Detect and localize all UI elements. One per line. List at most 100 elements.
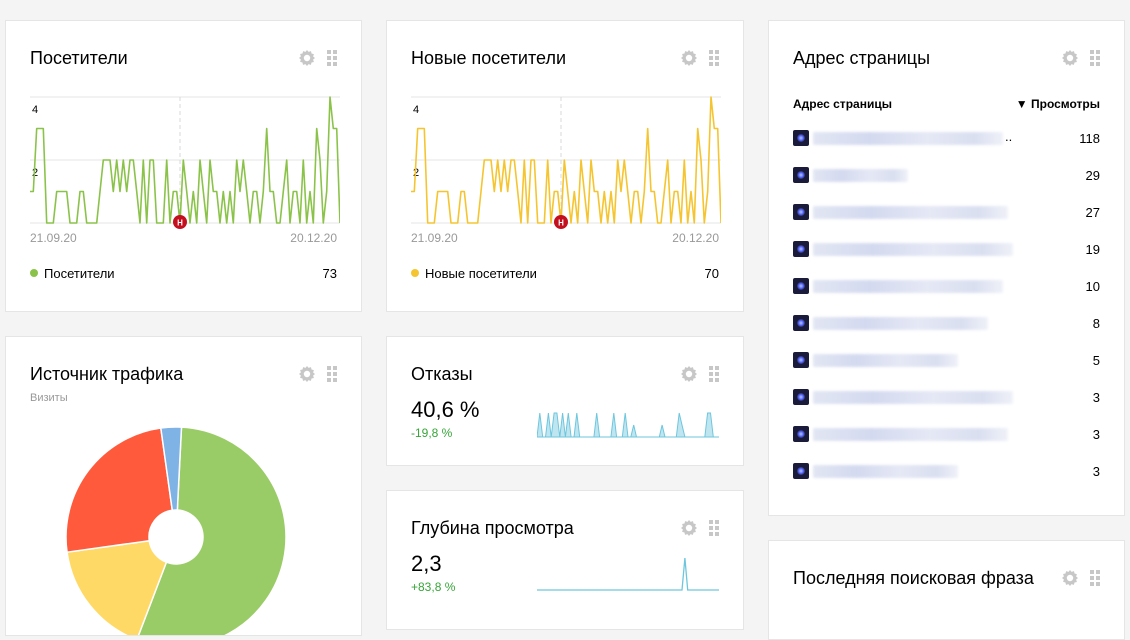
gear-icon[interactable] [679, 518, 699, 538]
drag-handle-icon[interactable] [709, 366, 719, 382]
page-url-redacted[interactable] [813, 391, 1013, 404]
page-url-redacted[interactable] [813, 428, 1008, 441]
table-row[interactable]: 3 [793, 387, 1100, 407]
drag-handle-icon[interactable] [1090, 570, 1100, 586]
column-header-page[interactable]: Адрес страницы [793, 97, 892, 111]
table-row[interactable]: 3 [793, 461, 1100, 481]
row-views: 19 [1085, 242, 1100, 257]
widget-title: Отказы [411, 364, 473, 384]
sparkline-line [537, 557, 719, 591]
favicon-icon [793, 278, 809, 294]
row-views: 3 [1092, 464, 1100, 479]
x-axis-start: 21.09.20 [411, 231, 458, 245]
legend-dot [411, 269, 419, 277]
widget-tools [679, 48, 719, 68]
gear-icon[interactable] [1060, 568, 1080, 588]
widget-title: Источник трафика [30, 364, 184, 384]
widget-tools [297, 364, 337, 384]
pie-slice-2[interactable] [66, 427, 174, 554]
page-url-redacted[interactable] [813, 243, 1013, 256]
widget-tools [679, 364, 719, 384]
widget-tools [1060, 48, 1100, 68]
drag-handle-icon[interactable] [709, 520, 719, 536]
drag-handle-icon[interactable] [327, 366, 337, 382]
legend-label: Новые посетители [425, 266, 537, 281]
table-row[interactable]: 8 [793, 313, 1100, 333]
widget-title: Адрес страницы [793, 48, 931, 68]
y-tick-label: 4 [413, 104, 419, 116]
gear-icon[interactable] [679, 48, 699, 68]
x-axis-end: 20.12.20 [290, 231, 337, 245]
table-row[interactable]: 118.. [793, 128, 1100, 148]
gear-icon[interactable] [1060, 48, 1080, 68]
traffic-pie-chart[interactable] [66, 427, 306, 636]
favicon-icon [793, 130, 809, 146]
pages-widget: Адрес страницы Адрес страницы ▼ Просмотр… [768, 20, 1125, 516]
metric-value: 2,3 [411, 551, 442, 576]
favicon-icon [793, 352, 809, 368]
page-url-redacted[interactable] [813, 169, 908, 182]
page-url-redacted[interactable] [813, 280, 1003, 293]
x-axis-end: 20.12.20 [672, 231, 719, 245]
favicon-icon [793, 389, 809, 405]
metric-delta: -19,8 % [411, 426, 453, 440]
row-views: 5 [1092, 353, 1100, 368]
table-row[interactable]: 27 [793, 202, 1100, 222]
table-row[interactable]: 29 [793, 165, 1100, 185]
favicon-icon [793, 463, 809, 479]
row-views: 8 [1092, 316, 1100, 331]
table-row[interactable]: 19 [793, 239, 1100, 259]
favicon-icon [793, 167, 809, 183]
widget-title: Глубина просмотра [411, 518, 574, 538]
page-url-redacted[interactable] [813, 465, 958, 478]
widget-tools [1060, 568, 1100, 588]
favicon-icon [793, 426, 809, 442]
new-visitors-line-chart: 42Н [411, 96, 721, 229]
legend-dot [30, 269, 38, 277]
gear-icon[interactable] [679, 364, 699, 384]
widget-tools [297, 48, 337, 68]
favicon-icon [793, 241, 809, 257]
marker-label: Н [558, 219, 564, 228]
favicon-icon [793, 315, 809, 331]
row-views: 27 [1085, 205, 1100, 220]
annotation-marker[interactable]: Н [554, 215, 568, 229]
url-ellipsis: .. [1005, 129, 1013, 144]
bounce-sparkline [537, 412, 719, 438]
marker-label: Н [177, 219, 183, 228]
bounce-rate-widget: Отказы 40,6 % -19,8 % [386, 336, 744, 466]
visitors-widget: Посетители 42Н 21.09.20 20.12.20 Посетит… [5, 20, 362, 312]
new-visitors-widget: Новые посетители 42Н 21.09.20 20.12.20 Н… [386, 20, 744, 312]
drag-handle-icon[interactable] [1090, 50, 1100, 66]
column-header-views[interactable]: ▼ Просмотры [1016, 97, 1100, 111]
depth-sparkline [537, 557, 719, 591]
table-row[interactable]: 10 [793, 276, 1100, 296]
row-views: 3 [1092, 390, 1100, 405]
row-views: 118 [1079, 131, 1100, 146]
metric-value: 40,6 % [411, 397, 480, 422]
drag-handle-icon[interactable] [327, 50, 337, 66]
widget-tools [679, 518, 719, 538]
widget-title: Посетители [30, 48, 128, 68]
view-depth-widget: Глубина просмотра 2,3 +83,8 % [386, 490, 744, 630]
gear-icon[interactable] [297, 48, 317, 68]
page-url-redacted[interactable] [813, 206, 1008, 219]
table-row[interactable]: 3 [793, 424, 1100, 444]
drag-handle-icon[interactable] [709, 50, 719, 66]
legend-total: 73 [322, 266, 337, 281]
widget-title: Последняя поисковая фраза [793, 568, 1034, 588]
row-views: 29 [1085, 168, 1100, 183]
table-row[interactable]: 5 [793, 350, 1100, 370]
gear-icon[interactable] [297, 364, 317, 384]
widget-title: Новые посетители [411, 48, 567, 68]
legend-item[interactable]: Новые посетители [411, 266, 537, 281]
page-url-redacted[interactable] [813, 354, 958, 367]
x-axis-start: 21.09.20 [30, 231, 77, 245]
favicon-icon [793, 204, 809, 220]
page-url-redacted[interactable] [813, 317, 988, 330]
legend-item[interactable]: Посетители [30, 266, 115, 281]
page-url-redacted[interactable] [813, 132, 1003, 145]
legend-label: Посетители [44, 266, 115, 281]
metric-delta: +83,8 % [411, 580, 456, 594]
annotation-marker[interactable]: Н [173, 215, 187, 229]
